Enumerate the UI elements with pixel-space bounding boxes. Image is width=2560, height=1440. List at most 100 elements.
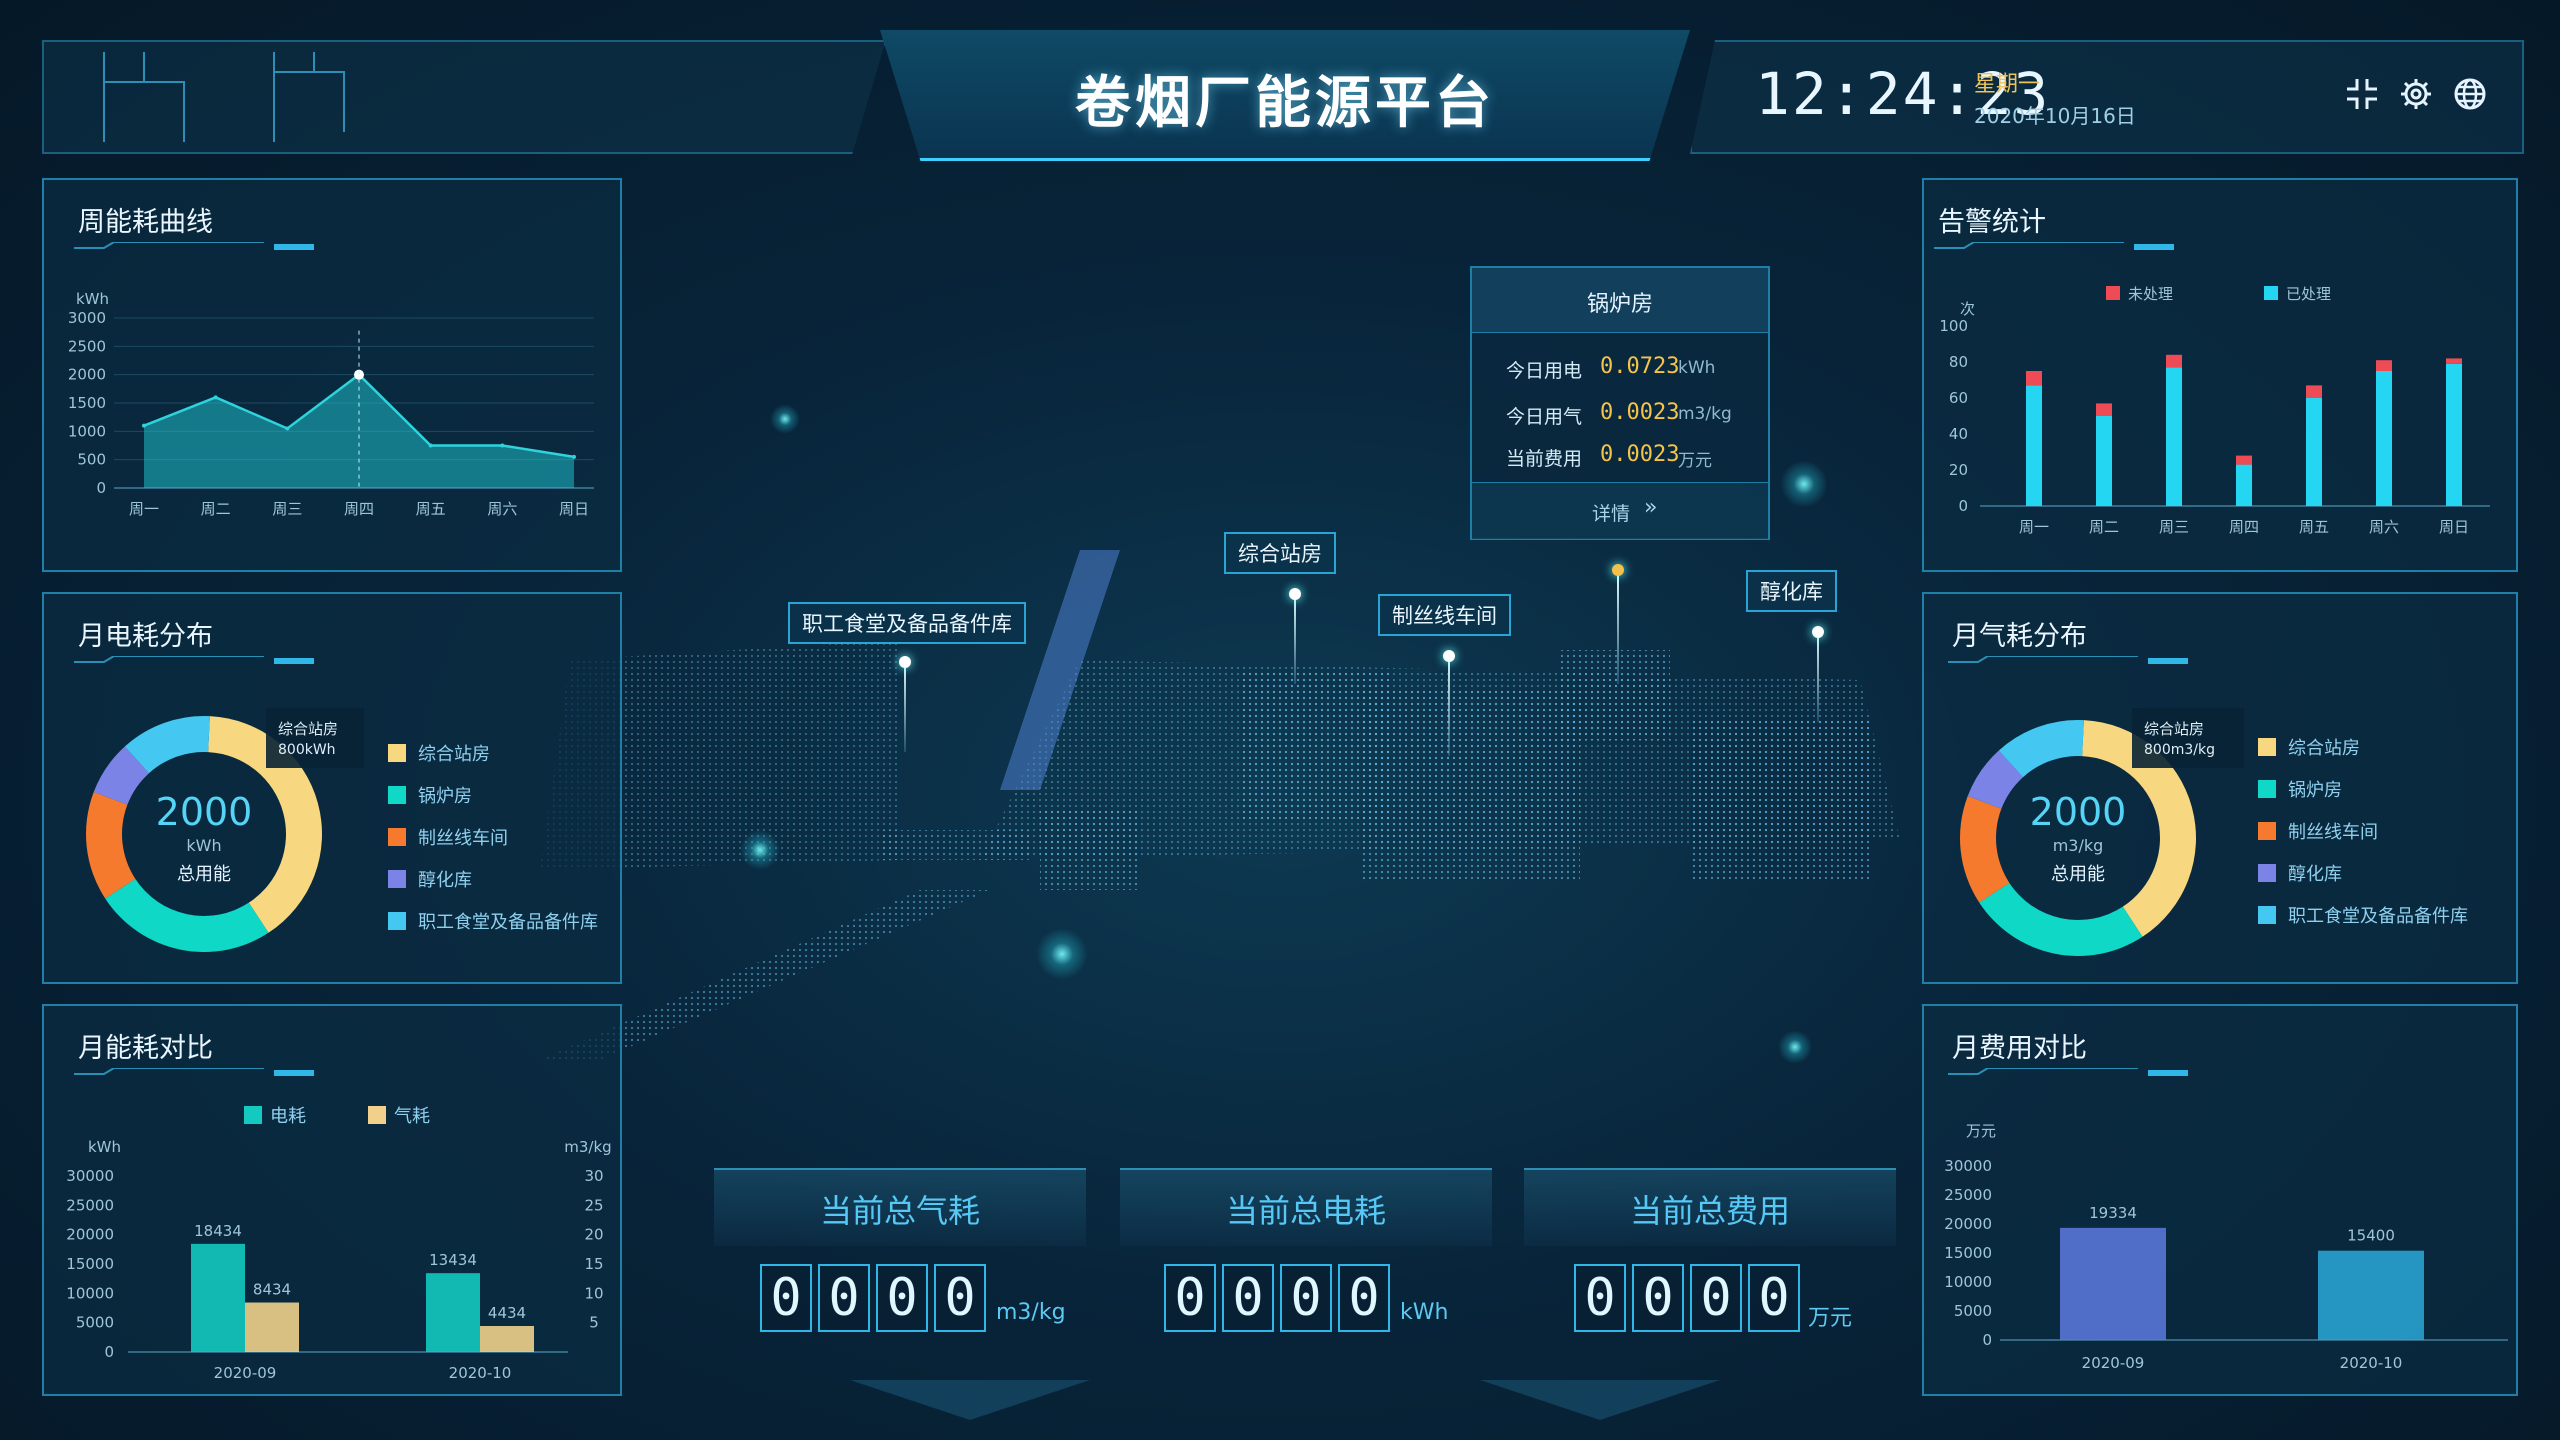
x-tick-label: 周日 [559,500,589,518]
fullscreen-exit-icon[interactable] [2342,74,2382,114]
detail-button[interactable]: 详情 » [1472,482,1768,539]
x-tick-label: 2020-10 [2340,1354,2403,1372]
y-axis-label: kWh [76,290,109,308]
popup-row-unit: m3/kg [1678,404,1732,424]
pin-dot [1289,588,1301,600]
popup-row-value: 0.0723 [1600,354,1680,379]
counter-title: 当前总费用 [1629,1192,1790,1230]
x-tick-label: 周六 [2369,518,2399,536]
donut-center-unit: m3/kg [2052,836,2104,855]
y-tick-label-right: 15 [584,1255,603,1273]
glow-dot [1036,928,1088,980]
panel-monthly-electric: 月电耗分布 2000 kWh 总用能 综合站房 800kWh 综合站房 锅炉房 制丝… [42,592,622,984]
y-tick-label: 1500 [68,394,106,412]
date: 2020年10月16日 [1974,104,2136,128]
y-tick-label: 15000 [66,1255,114,1273]
bar-value-label: 4434 [488,1304,526,1322]
map-label-station[interactable]: 综合站房 [1224,532,1336,574]
bar [2318,1250,2424,1340]
title-decoration [1948,656,2188,664]
globe-icon[interactable] [2450,74,2490,114]
donut-slice [1960,795,2010,903]
pin-line [1817,632,1819,722]
donut-tooltip: 综合站房 800kWh [266,708,364,768]
panel-title: 月电耗分布 [78,621,213,652]
y-tick-label: 30000 [66,1167,114,1185]
panel-monthly-compare: 月能耗对比 电耗 气耗 kWh m3/kg 0 5000 10000 15000 20000 25… [42,1004,622,1396]
legend-swatch [2106,286,2120,300]
popup-row-value: 0.0023 [1600,400,1680,425]
donut-tooltip: 综合站房 800m3/kg [2132,708,2244,768]
donut-slice [105,878,269,952]
legend-label: 制丝线车间 [418,828,508,849]
glow-dot [770,404,800,434]
legend-swatch [2258,864,2276,882]
bar [191,1243,245,1352]
electric-legend: 综合站房锅炉房制丝线车间醇化库职工食堂及备品备件库 [388,744,598,933]
donut-center-label: 总用能 [177,864,231,885]
y-tick-label: 1000 [68,422,106,440]
legend-label: 职工食堂及备品备件库 [2288,906,2468,927]
y-tick-label: 100 [1939,317,1968,335]
pin-dot [1812,626,1824,638]
y-axis-label-right: m3/kg [564,1138,611,1156]
bar [245,1302,299,1352]
legend-label: 锅炉房 [418,786,472,807]
x-tick-label: 周二 [201,500,231,518]
map-label-canteen[interactable]: 职工食堂及备品备件库 [788,602,1026,644]
counter-unit: kWh [1400,1300,1449,1325]
glow-dot [740,830,780,870]
legend-swatch [388,744,406,762]
x-tick-label: 2020-10 [449,1364,512,1382]
legend-swatch [388,870,406,888]
y-tick-label: 20 [1949,461,1968,479]
legend-label: 醇化库 [418,870,472,891]
bar [2446,363,2462,506]
header: 卷烟厂能源平台 12:24:23 星期一 2020年10月16日 [0,0,2560,161]
bar [2446,358,2462,364]
counter-title: 当前总气耗 [819,1192,980,1230]
legend-label: 综合站房 [2288,738,2360,759]
counter-digit: 0 [1338,1264,1390,1332]
y-tick-label: 0 [1982,1331,1992,1349]
weekly-energy-chart: kWh 0 500 1000 1500 2000 2500 3000 周一 周二 周三 周四 周五 周六 周… [68,290,594,518]
bar-value-label: 15400 [2347,1227,2395,1245]
legend-label: 未处理 [2128,285,2173,303]
y-axis-label: kWh [88,1138,121,1156]
bar [2026,385,2042,506]
popup-row-label: 当前费用 [1506,448,1583,470]
x-tick-label: 周四 [2229,518,2259,536]
x-tick-label: 周三 [2159,518,2189,536]
campus-3d-map[interactable] [480,540,1940,1060]
panel-title: 周能耗曲线 [78,207,213,238]
counter-digit: 0 [760,1264,812,1332]
double-chevron-right-icon: » [1644,495,1658,520]
bar-value-label: 13434 [429,1251,477,1269]
data-point [213,395,218,400]
map-label-wire[interactable]: 制丝线车间 [1378,594,1511,636]
legend-label: 锅炉房 [2288,780,2342,801]
title-decoration [74,242,314,250]
y-tick-label: 15000 [1944,1244,1992,1262]
popup-row-label: 今日用电 [1506,360,1583,382]
pin-line [904,662,906,752]
legend-swatch [2258,906,2276,924]
x-tick-label: 周四 [344,500,374,518]
boiler-popup: 锅炉房 今日用电 0.0723 kWh 今日用气 0.0023 m3/kg 当前… [1470,266,1770,540]
y-tick-label-right: 5 [589,1314,599,1332]
x-tick-label: 周日 [2439,518,2469,536]
settings-icon[interactable] [2396,74,2436,114]
donut-slice [1979,882,2143,956]
counter-digit: 0 [1748,1264,1800,1332]
panel-alarm-stats: 告警统计 未处理 已处理次 0 20 40 60 80 100 周一 周二 周三 周四 周五 周六 周日 [1922,178,2518,572]
y-tick-label: 10000 [1944,1273,1992,1291]
x-tick-label: 2020-09 [214,1364,277,1382]
bar [2306,385,2322,398]
bar [2236,464,2252,506]
app-title: 卷烟厂能源平台 [1075,71,1495,136]
map-label-aging[interactable]: 醇化库 [1746,570,1837,612]
y-tick-label: 30000 [1944,1157,1992,1175]
y-tick-label: 5000 [1954,1302,1992,1320]
y-tick-label: 20000 [66,1226,114,1244]
tooltip-value: 800m3/kg [2144,742,2215,758]
